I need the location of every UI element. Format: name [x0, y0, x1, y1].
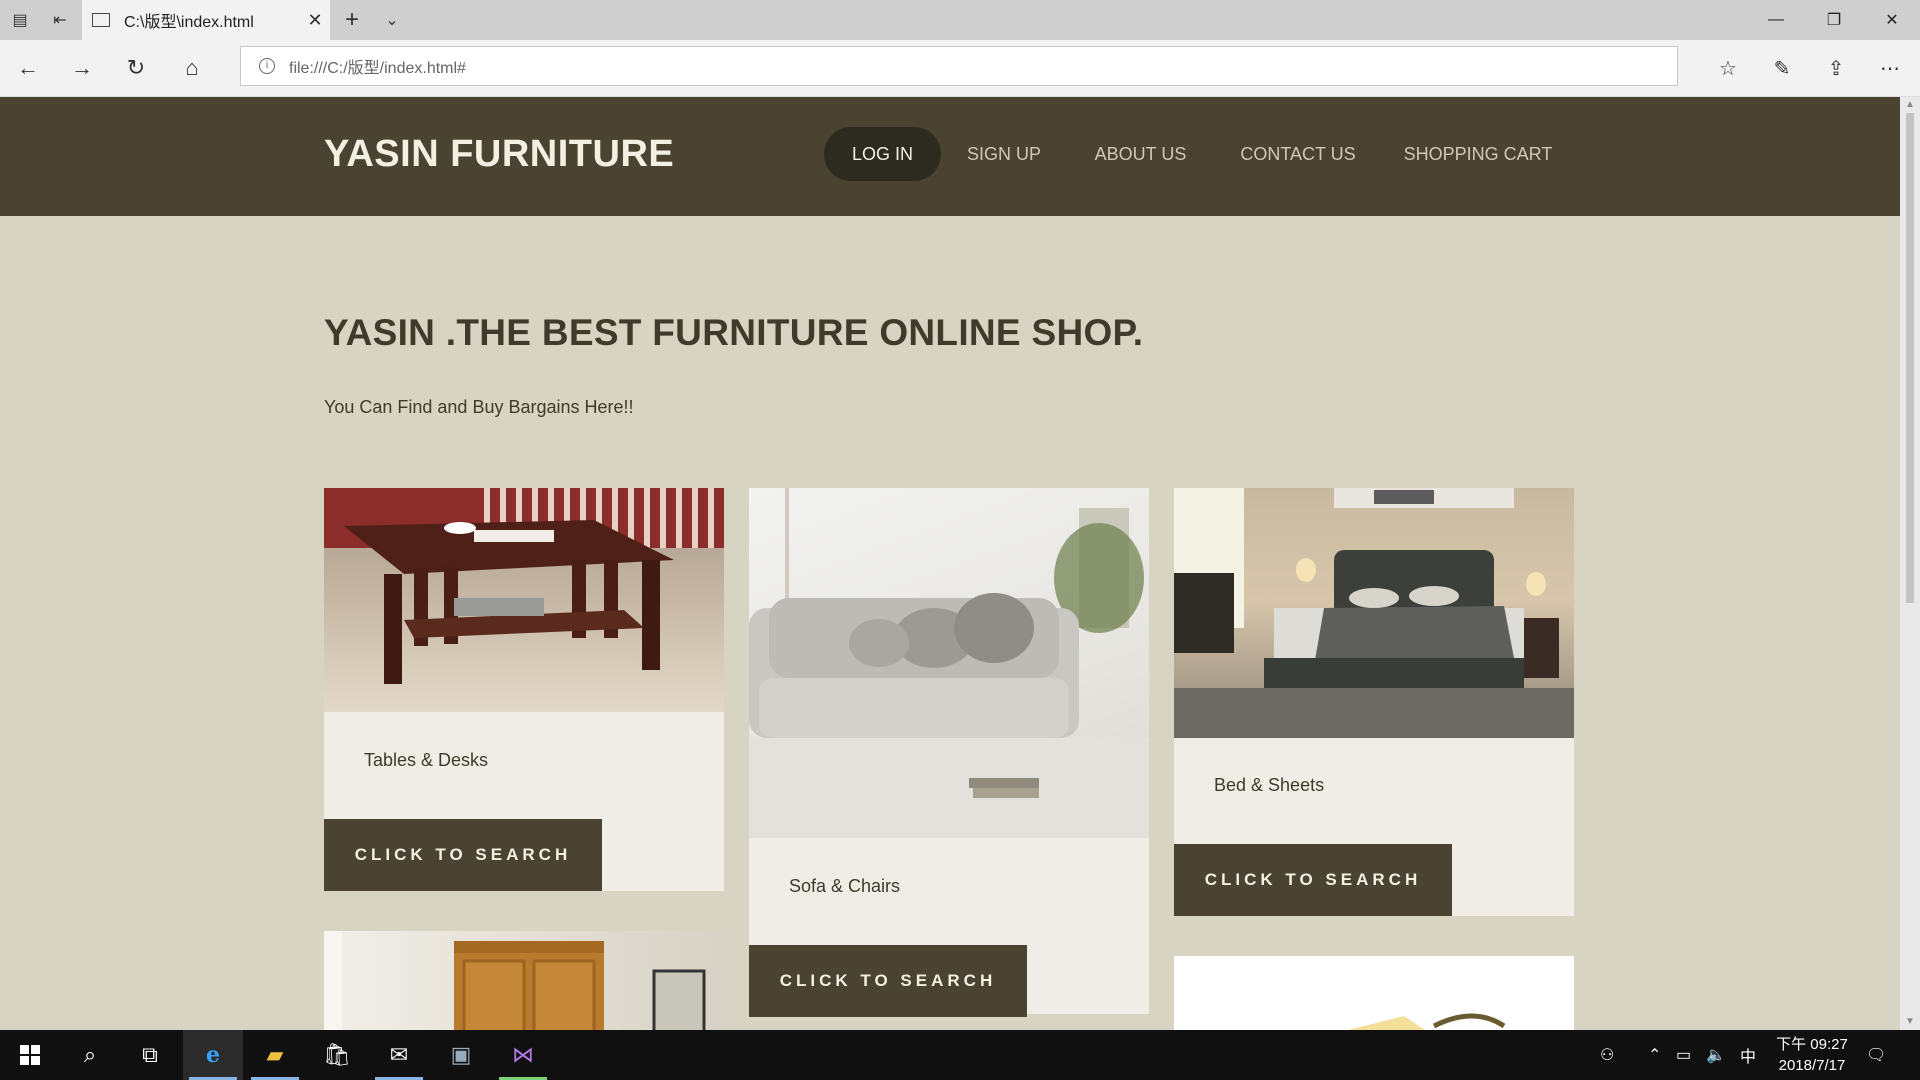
- click-to-search-button[interactable]: CLICK TO SEARCH: [1174, 844, 1452, 916]
- card-caption: Bed & Sheets: [1214, 775, 1325, 795]
- store-icon[interactable]: 🛍: [307, 1030, 367, 1080]
- product-illustration-partial: [1348, 1013, 1506, 1030]
- page-headline: YASIN .THE BEST FURNITURE ONLINE SHOP.: [324, 312, 1144, 353]
- card-caption: Sofa & Chairs: [789, 876, 901, 896]
- refresh-icon[interactable]: ↻: [116, 48, 156, 88]
- visual-studio-icon[interactable]: ⋈: [493, 1030, 553, 1080]
- tabs-aside-icon[interactable]: ⇤: [40, 0, 80, 40]
- menu-login[interactable]: LOG IN: [824, 127, 941, 181]
- page-subheadline: You Can Find and Buy Bargains Here!!: [324, 397, 634, 417]
- close-window-icon[interactable]: ✕: [1864, 0, 1920, 40]
- mail-icon[interactable]: ✉: [369, 1030, 429, 1080]
- click-to-search-button[interactable]: CLICK TO SEARCH: [324, 819, 602, 891]
- page-viewport: YASIN FURNITURE LOG IN SIGN UP ABOUT US …: [0, 97, 1900, 1030]
- page-icon: [92, 13, 110, 27]
- menu-cart[interactable]: SHOPPING CART: [1400, 127, 1556, 181]
- ime-indicator[interactable]: 中: [1740, 1030, 1756, 1080]
- windows-start-icon[interactable]: [0, 1030, 60, 1080]
- file-explorer-icon[interactable]: ▰: [245, 1030, 305, 1080]
- product-card-partial: [1174, 956, 1574, 1030]
- site-logo[interactable]: YASIN FURNITURE: [324, 133, 674, 176]
- clock-time: 下午 09:27: [1776, 1036, 1848, 1053]
- clock-date: 2018/7/17: [1778, 1057, 1846, 1074]
- scroll-thumb[interactable]: [1906, 113, 1914, 603]
- product-card-tables: Tables & Desks CLICK TO SEARCH: [324, 488, 724, 891]
- product-photo-partial[interactable]: [1174, 956, 1574, 1030]
- notes-pen-icon[interactable]: ✎: [1760, 48, 1804, 88]
- scroll-down-icon[interactable]: ▼: [1900, 1014, 1920, 1030]
- sofa-illustration: [749, 488, 1149, 838]
- windows-taskbar: ⌕ ⧉ e ▰ 🛍 ✉ ▣ ⋈ ⚇ ⌃ ▭ 🔈 中 下午 09:27 2018/…: [0, 1030, 1920, 1080]
- wardrobe-photo[interactable]: [324, 931, 724, 1030]
- tables-photo[interactable]: [324, 488, 724, 712]
- wardrobe-illustration: [324, 931, 706, 1030]
- volume-icon[interactable]: 🔈: [1706, 1030, 1726, 1080]
- address-url[interactable]: file:///C:/版型/index.html#: [289, 54, 466, 78]
- tray-expand-chevron-icon[interactable]: ⌃: [1648, 1030, 1661, 1080]
- edge-browser-icon[interactable]: e: [183, 1030, 243, 1080]
- people-icon[interactable]: ⚇: [1600, 1030, 1614, 1080]
- info-icon[interactable]: i: [259, 58, 275, 74]
- product-card-sofa: Sofa & Chairs CLICK TO SEARCH: [749, 488, 1149, 1017]
- product-card-wardrobe: [324, 931, 724, 1030]
- browser-tab[interactable]: C:\版型\index.html ✕: [82, 0, 330, 40]
- favorites-icon[interactable]: ☆: [1706, 48, 1750, 88]
- home-icon[interactable]: ⌂: [172, 48, 212, 88]
- browser-tab-bar: ▤ ⇤ C:\版型\index.html ✕ + ⌄ — ❐ ✕: [0, 0, 1920, 40]
- address-bar[interactable]: i file:///C:/版型/index.html#: [240, 46, 1678, 86]
- set-aside-tabs-icon[interactable]: ▤: [0, 0, 40, 40]
- coffee-table-illustration: [324, 488, 724, 684]
- remote-desktop-icon[interactable]: ▣: [431, 1030, 491, 1080]
- product-card-bed: Bed & Sheets CLICK TO SEARCH: [1174, 488, 1574, 916]
- taskbar-clock[interactable]: 下午 09:27 2018/7/17: [1762, 1034, 1862, 1076]
- tab-title: C:\版型\index.html: [124, 14, 254, 31]
- task-view-icon[interactable]: ⧉: [120, 1030, 180, 1080]
- new-tab-button[interactable]: +: [332, 0, 372, 40]
- search-icon[interactable]: ⌕: [60, 1030, 120, 1080]
- close-tab-icon[interactable]: ✕: [300, 10, 330, 31]
- scroll-up-icon[interactable]: ▲: [1900, 97, 1920, 113]
- back-arrow-icon[interactable]: ←: [8, 48, 48, 88]
- restore-icon[interactable]: ❐: [1806, 0, 1862, 40]
- card-caption: Tables & Desks: [364, 750, 489, 770]
- menu-about[interactable]: ABOUT US: [1090, 127, 1191, 181]
- windows-logo-icon: [20, 1045, 40, 1065]
- forward-arrow-icon[interactable]: →: [62, 48, 102, 88]
- browser-nav-bar: ← → ↻ ⌂ i file:///C:/版型/index.html# ☆ ✎ …: [0, 40, 1920, 97]
- sofa-photo[interactable]: [749, 488, 1149, 838]
- menu-contact[interactable]: CONTACT US: [1233, 127, 1363, 181]
- network-icon[interactable]: ▭: [1676, 1030, 1691, 1080]
- bed-illustration: [1174, 488, 1574, 738]
- click-to-search-button[interactable]: CLICK TO SEARCH: [749, 945, 1027, 1017]
- more-icon[interactable]: ⋯: [1868, 48, 1912, 88]
- bed-photo[interactable]: [1174, 488, 1574, 738]
- action-center-icon[interactable]: 🗨: [1866, 1030, 1886, 1080]
- site-header: YASIN FURNITURE LOG IN SIGN UP ABOUT US …: [0, 97, 1900, 216]
- share-icon[interactable]: ⇪: [1814, 48, 1858, 88]
- minimize-icon[interactable]: —: [1748, 0, 1804, 40]
- page-scrollbar[interactable]: ▲ ▼: [1900, 97, 1920, 1030]
- menu-signup[interactable]: SIGN UP: [955, 127, 1053, 181]
- tab-list-chevron-icon[interactable]: ⌄: [372, 0, 412, 40]
